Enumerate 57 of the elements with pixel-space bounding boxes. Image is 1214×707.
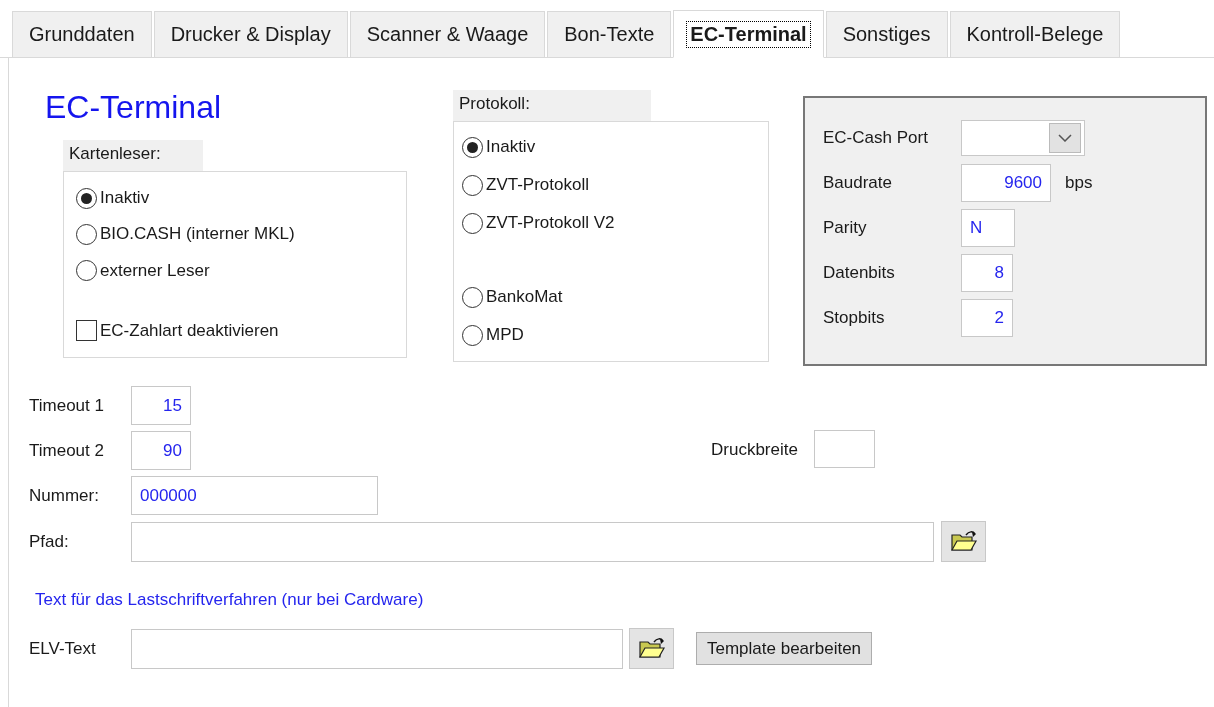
checkbox-icon[interactable] — [76, 320, 97, 342]
tab[interactable]: Kontroll-Belege — [949, 11, 1121, 57]
page-title: EC-Terminal — [45, 88, 223, 126]
radio-option[interactable]: Inaktiv — [76, 180, 394, 217]
radio-icon[interactable] — [462, 136, 483, 158]
radio-option[interactable]: externer Leser — [76, 252, 394, 289]
input-field[interactable]: 90 — [131, 431, 191, 470]
input-field[interactable] — [813, 429, 875, 468]
radio-option[interactable]: ZVT-Protokoll — [462, 166, 760, 204]
radio-option[interactable]: BIO.CASH (interner MKL) — [76, 216, 394, 253]
radio-icon[interactable] — [76, 223, 97, 245]
input-field[interactable]: 2 — [961, 298, 1013, 337]
browse-button[interactable] — [629, 628, 674, 669]
field-label: Baudrate — [823, 172, 893, 193]
radio-icon[interactable] — [462, 212, 483, 234]
template-button[interactable]: Template bearbeiten — [696, 632, 873, 665]
browse-button[interactable] — [941, 521, 986, 562]
group-label: Protokoll: — [453, 90, 651, 121]
field-label: Druckbreite — [711, 439, 798, 460]
field-label: ELV-Text — [29, 638, 97, 659]
tab[interactable]: Scanner & Waage — [349, 11, 546, 57]
radio-option[interactable]: ZVT-Protokoll V2 — [462, 204, 760, 242]
field-label: Datenbits — [823, 262, 896, 283]
open-folder-icon — [637, 636, 666, 661]
tab[interactable]: EC-Terminal — [673, 10, 824, 58]
field-label: Timeout 2 — [29, 440, 105, 461]
radio-option[interactable]: Inaktiv — [462, 128, 760, 166]
radio-icon[interactable] — [76, 260, 97, 282]
tab[interactable]: Sonstiges — [825, 11, 948, 57]
open-folder-icon — [949, 529, 978, 554]
input-field[interactable]: 9600 — [961, 163, 1051, 202]
group-label: Kartenleser: — [63, 140, 203, 171]
input-field[interactable]: 15 — [131, 386, 191, 425]
unit-label: bps — [1065, 172, 1093, 193]
field-label: Timeout 1 — [29, 395, 105, 416]
radio-icon[interactable] — [462, 286, 483, 308]
radio-icon[interactable] — [462, 174, 483, 196]
input-field[interactable]: N — [961, 208, 1015, 247]
tab[interactable]: Grunddaten — [12, 11, 152, 57]
radio-option[interactable]: BankoMat — [462, 278, 760, 316]
radio-option[interactable]: MPD — [462, 316, 760, 354]
field-label: EC-Cash Port — [823, 127, 929, 148]
input-field[interactable] — [131, 628, 623, 669]
chevron-down-icon[interactable] — [1049, 122, 1081, 153]
input-field[interactable] — [131, 521, 934, 562]
field-label: Stopbits — [823, 307, 886, 328]
section-heading: Text für das Lastschriftverfahren (nur bei Cardware) — [35, 590, 425, 610]
input-field[interactable]: 8 — [961, 253, 1013, 292]
checkbox-option[interactable]: EC-Zahlart deaktivieren — [76, 312, 394, 349]
radio-icon[interactable] — [462, 324, 483, 346]
input-field[interactable]: 000000 — [131, 476, 378, 515]
field-label: Pfad: — [29, 531, 70, 552]
tab[interactable]: Drucker & Display — [153, 11, 348, 57]
field-label: Nummer: — [29, 485, 100, 506]
field-label: Parity — [823, 217, 868, 238]
radio-icon[interactable] — [76, 187, 97, 209]
tab[interactable]: Bon-Texte — [547, 11, 672, 57]
